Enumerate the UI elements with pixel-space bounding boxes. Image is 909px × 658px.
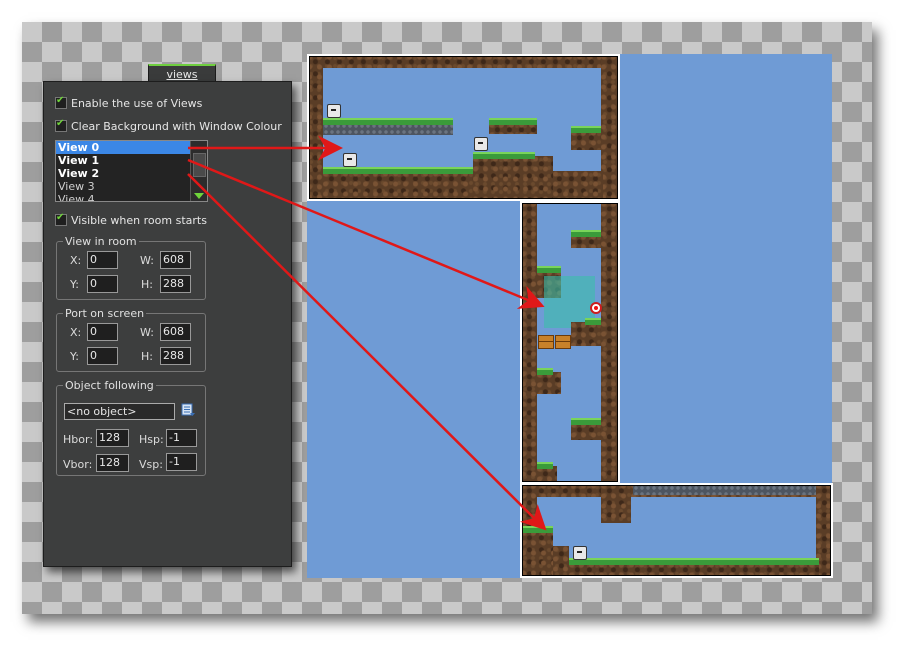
arrow-view-1: [187, 158, 545, 309]
arrow-view-2: [187, 173, 547, 531]
annotation-arrows: [187, 135, 547, 531]
